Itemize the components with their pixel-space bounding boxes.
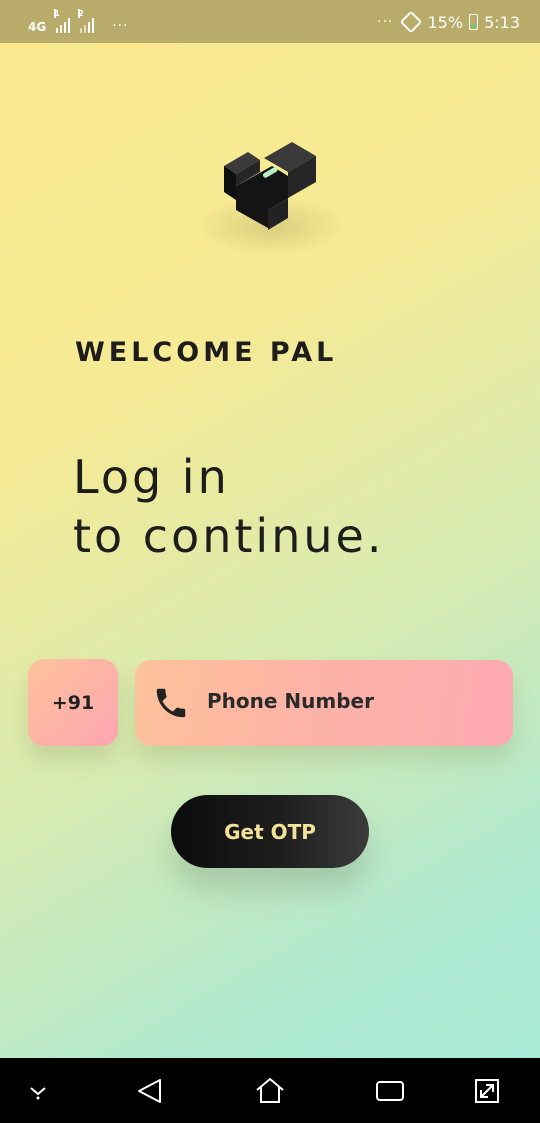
back-icon[interactable] xyxy=(133,1074,167,1108)
signal-icon: 2 xyxy=(78,9,95,33)
sync-icon xyxy=(399,10,422,34)
status-left: 4G 1 2 ··· xyxy=(28,9,129,33)
get-otp-button[interactable]: Get OTP xyxy=(171,795,369,868)
status-time: 5:13 xyxy=(484,12,520,32)
country-code-selector[interactable]: +91 xyxy=(28,659,118,746)
status-bar: 4G 1 2 ··· ··· 15% 5:13 xyxy=(0,0,540,43)
status-right: ··· 15% 5:13 xyxy=(369,10,520,34)
recents-icon[interactable] xyxy=(373,1074,407,1108)
navigation-bar xyxy=(0,1058,540,1123)
notification-dots: ··· xyxy=(112,18,129,34)
title-line-2: to continue. xyxy=(73,509,385,563)
welcome-heading: WELCOME PAL xyxy=(75,337,338,368)
hide-nav-icon[interactable] xyxy=(21,1074,55,1108)
phone-number-field[interactable]: Phone Number xyxy=(135,660,513,746)
battery-charging-icon xyxy=(469,14,479,30)
app-logo-icon xyxy=(218,132,322,236)
signal-icon: 1 xyxy=(54,9,71,33)
sim1-tag: 1 xyxy=(54,9,60,18)
battery-percent: 15% xyxy=(427,12,464,32)
home-icon[interactable] xyxy=(253,1074,287,1108)
network-type-label: 4G xyxy=(28,20,47,34)
sim2-tag: 2 xyxy=(78,9,84,18)
phone-placeholder: Phone Number xyxy=(207,689,374,713)
phone-icon xyxy=(156,688,186,718)
more-dots: ··· xyxy=(377,14,394,30)
login-screen: 4G 1 2 ··· ··· 15% 5:13 WELCOME PAL Log … xyxy=(0,0,540,1123)
page-title: Log in to continue. xyxy=(73,448,384,566)
fullscreen-icon[interactable] xyxy=(470,1074,504,1108)
title-line-1: Log in xyxy=(73,450,230,504)
